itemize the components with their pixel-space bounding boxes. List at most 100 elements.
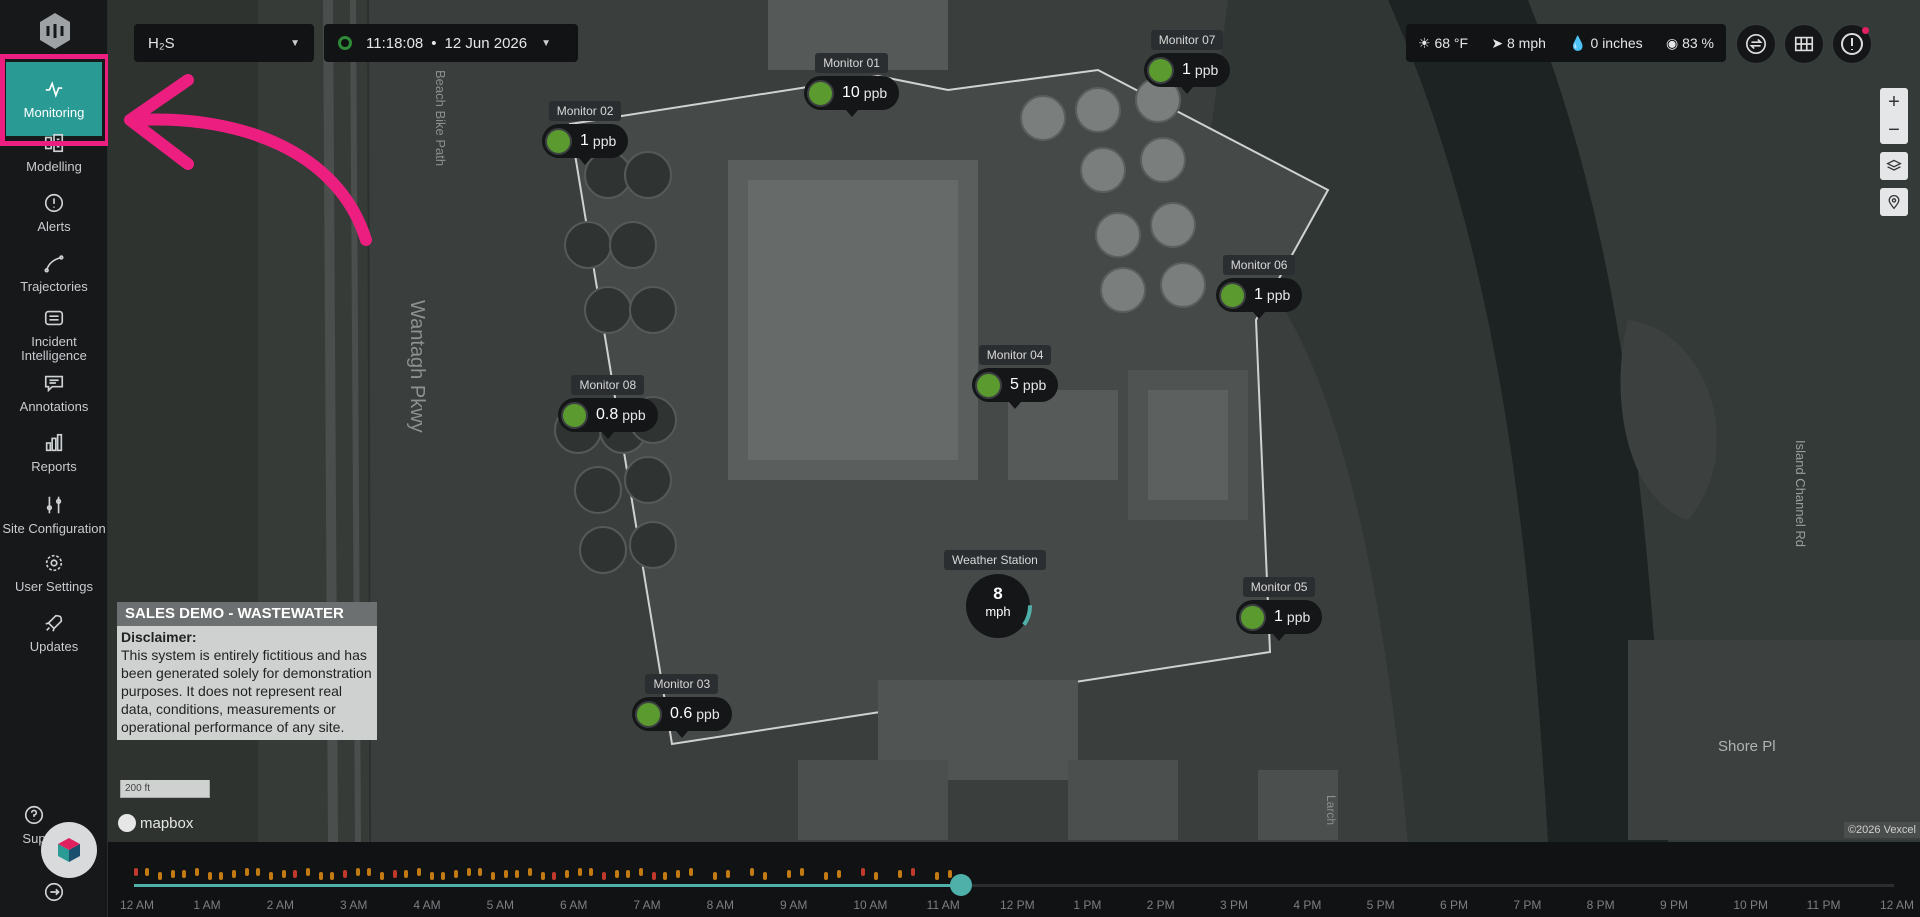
wind-speed-unit: mph bbox=[985, 604, 1011, 619]
event-marker bbox=[343, 870, 347, 878]
event-marker bbox=[306, 868, 310, 876]
event-marker bbox=[935, 872, 939, 880]
monitor-marker[interactable]: Monitor 02 1 ppb bbox=[542, 101, 629, 165]
event-marker bbox=[208, 872, 212, 880]
status-dot bbox=[807, 79, 834, 107]
monitor-marker[interactable]: Monitor 03 0.6 ppb bbox=[632, 674, 732, 738]
current-date: 12 Jun 2026 bbox=[444, 34, 528, 52]
sidebar-item-label: Reports bbox=[31, 459, 77, 474]
layers-icon bbox=[1886, 159, 1902, 171]
alert-circle-icon bbox=[44, 193, 64, 213]
disclaimer-text: This system is entirely fictitious and h… bbox=[121, 647, 372, 735]
event-markers bbox=[108, 862, 1920, 882]
event-marker bbox=[898, 870, 902, 878]
humidity-icon: ◉ bbox=[1665, 34, 1679, 51]
status-dot bbox=[545, 127, 572, 155]
event-marker bbox=[380, 872, 384, 880]
time-picker[interactable]: 11:18:08 • 12 Jun 2026 ▼ bbox=[324, 24, 578, 62]
tutorial-highlight-box bbox=[0, 54, 110, 146]
time-separator: • bbox=[431, 34, 437, 52]
sidebar-item-logout[interactable] bbox=[0, 872, 108, 917]
timeline-hour-label: 6 PM bbox=[1440, 898, 1469, 912]
marker-tail bbox=[675, 731, 688, 738]
monitor-name: Monitor 07 bbox=[1150, 30, 1224, 50]
weather-temp: ☀ 68 °F bbox=[1418, 34, 1469, 51]
timeline[interactable]: 12 AM 1 AM 2 AM 3 AM 4 AM 5 AM 6 AM 7 AM 8 AM 9 A… bbox=[108, 842, 1920, 917]
weather-station-marker[interactable]: 8 mph bbox=[966, 584, 1030, 628]
sidebar-item-label: Alerts bbox=[37, 219, 71, 234]
app-window: Monitoring Modelling Alerts Trajectories… bbox=[0, 0, 1920, 917]
event-marker bbox=[800, 868, 804, 876]
timeline-hour-labels: 12 AM 1 AM 2 AM 3 AM 4 AM 5 AM 6 AM 7 AM 8 AM 9 A… bbox=[108, 898, 1920, 914]
mapbox-logo[interactable]: mapbox bbox=[118, 814, 193, 832]
timeline-hour-label: 3 AM bbox=[340, 898, 368, 912]
app-logo[interactable] bbox=[38, 12, 72, 50]
sliders-icon bbox=[46, 496, 62, 514]
event-marker bbox=[663, 872, 667, 880]
alerts-button[interactable] bbox=[1832, 24, 1872, 64]
map-pin-icon bbox=[1888, 195, 1900, 210]
monitor-name: Monitor 01 bbox=[815, 53, 888, 73]
zoom-in-button[interactable]: + bbox=[1880, 88, 1908, 116]
swap-button[interactable] bbox=[1736, 24, 1776, 64]
weather-rain: 💧 0 inches bbox=[1569, 34, 1643, 51]
sidebar-item-updates[interactable]: Updates bbox=[0, 598, 108, 668]
marker-tail bbox=[1181, 87, 1194, 94]
chevron-down-icon: ▼ bbox=[290, 37, 300, 49]
event-marker bbox=[182, 870, 186, 878]
event-marker bbox=[615, 870, 619, 878]
event-marker bbox=[404, 870, 408, 878]
weather-humidity: ◉ 83 % bbox=[1665, 34, 1714, 51]
event-marker bbox=[639, 868, 643, 876]
timeline-hour-label: 11 PM bbox=[1806, 898, 1841, 912]
timeline-hour-label: 10 AM bbox=[853, 898, 888, 912]
event-marker bbox=[541, 872, 545, 880]
zoom-out-button[interactable]: − bbox=[1880, 116, 1908, 144]
event-marker bbox=[282, 870, 286, 878]
mapbox-icon bbox=[118, 814, 136, 832]
map-attribution[interactable]: ©2026 Vexcel bbox=[1843, 822, 1920, 838]
event-marker bbox=[454, 870, 458, 878]
map-scale: 200 ft bbox=[120, 780, 210, 798]
status-dot bbox=[1147, 56, 1174, 84]
event-marker bbox=[134, 868, 138, 876]
event-marker bbox=[441, 872, 445, 880]
timeline-scrubber[interactable] bbox=[950, 874, 973, 896]
timeline-hour-label: 12 PM bbox=[1000, 898, 1035, 912]
road-label: Island Channel Rd bbox=[1793, 440, 1808, 547]
help-chat-button[interactable] bbox=[41, 822, 97, 878]
monitor-name: Monitor 03 bbox=[645, 674, 719, 694]
event-marker bbox=[750, 868, 754, 876]
status-dot bbox=[635, 700, 662, 728]
monitor-marker[interactable]: Monitor 05 1 ppb bbox=[1236, 577, 1323, 641]
monitor-marker[interactable]: Monitor 07 1 ppb bbox=[1144, 30, 1231, 94]
map-canvas[interactable]: Wantagh Pkwy Beach Bike Path Island Chan… bbox=[108, 0, 1920, 842]
logout-icon bbox=[44, 882, 64, 901]
event-marker bbox=[269, 872, 273, 880]
live-status-icon bbox=[338, 36, 352, 50]
gas-select[interactable]: H₂S ▼ bbox=[134, 24, 314, 62]
sidebar-item-trajectories[interactable]: Trajectories bbox=[0, 238, 108, 308]
monitor-marker[interactable]: Monitor 01 10 ppb bbox=[804, 53, 900, 117]
event-marker bbox=[293, 870, 297, 878]
event-marker bbox=[589, 868, 593, 876]
event-marker bbox=[330, 872, 334, 880]
layers-button[interactable] bbox=[1880, 152, 1908, 180]
weather-station-label: Weather Station bbox=[944, 550, 1046, 570]
road-label: Wantagh Pkwy bbox=[406, 300, 428, 433]
monitor-marker[interactable]: Monitor 06 1 ppb bbox=[1216, 255, 1303, 319]
weather-wind: ➤ 8 mph bbox=[1491, 34, 1546, 51]
grid-icon bbox=[1794, 36, 1814, 52]
current-time: 11:18:08 bbox=[366, 34, 424, 52]
marker-tail bbox=[1273, 634, 1286, 641]
monitor-marker[interactable]: Monitor 08 0.8 ppb bbox=[558, 375, 658, 439]
sidebar-item-label: Trajectories bbox=[20, 279, 88, 294]
sidebar-item-label: Updates bbox=[29, 639, 79, 654]
grid-view-button[interactable] bbox=[1784, 24, 1824, 64]
locate-button[interactable] bbox=[1880, 188, 1908, 216]
brand-cube-icon bbox=[58, 838, 80, 862]
sidebar-item-reports[interactable]: Reports bbox=[0, 418, 108, 488]
event-marker bbox=[195, 868, 199, 876]
monitor-marker[interactable]: Monitor 04 5 ppb bbox=[972, 345, 1059, 409]
gear-icon bbox=[45, 554, 63, 572]
